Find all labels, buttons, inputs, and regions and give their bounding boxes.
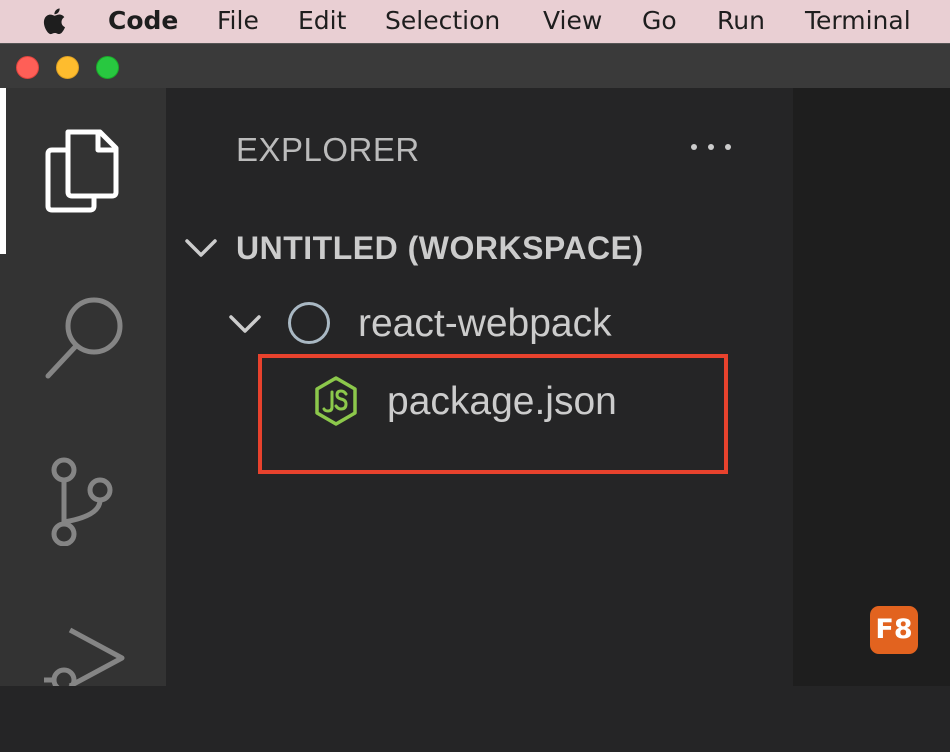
folder-circle-icon — [288, 302, 330, 344]
search-icon — [45, 297, 123, 379]
folder-label: react-webpack — [358, 302, 612, 345]
editor-area — [793, 88, 950, 686]
menu-app-name[interactable]: Code — [108, 6, 178, 36]
run-debug-icon — [44, 627, 125, 686]
menu-terminal[interactable]: Terminal — [805, 6, 911, 36]
source-control-icon — [51, 457, 113, 546]
activity-search-button[interactable] — [0, 254, 166, 420]
window-minimize-button[interactable] — [56, 56, 79, 79]
menu-file[interactable]: File — [217, 6, 259, 36]
f8-badge: F8 — [870, 606, 918, 654]
chevron-down-icon — [229, 315, 261, 333]
menu-go[interactable]: Go — [642, 6, 677, 36]
ellipsis-icon-dot — [708, 144, 714, 150]
window-titlebar — [0, 43, 950, 88]
ellipsis-icon-dot — [725, 144, 731, 150]
activity-explorer-button[interactable] — [0, 88, 166, 254]
window-maximize-button[interactable] — [96, 56, 119, 79]
activity-source-control-button[interactable] — [0, 420, 166, 586]
activity-run-debug-button[interactable] — [0, 586, 166, 752]
workspace-label: UNTITLED (WORKSPACE) — [236, 230, 644, 266]
menu-run[interactable]: Run — [717, 6, 765, 36]
activity-bar — [0, 88, 166, 686]
macos-menubar: Code File Edit Selection View Go Run Ter… — [0, 0, 950, 43]
menu-selection[interactable]: Selection — [385, 6, 500, 36]
window-close-button[interactable] — [16, 56, 39, 79]
more-actions-button[interactable] — [682, 134, 742, 160]
apple-logo-icon[interactable] — [42, 6, 70, 36]
tree-folder-react-webpack[interactable]: react-webpack — [216, 300, 716, 348]
highlight-annotation-box — [258, 354, 728, 474]
ellipsis-icon — [691, 144, 697, 150]
explorer-title: EXPLORER — [236, 131, 420, 168]
menu-view[interactable]: View — [543, 6, 602, 36]
menu-edit[interactable]: Edit — [298, 6, 346, 36]
files-icon — [45, 129, 119, 213]
workspace-section-header[interactable]: UNTITLED (WORKSPACE) — [178, 226, 738, 270]
chevron-down-icon — [185, 239, 217, 257]
